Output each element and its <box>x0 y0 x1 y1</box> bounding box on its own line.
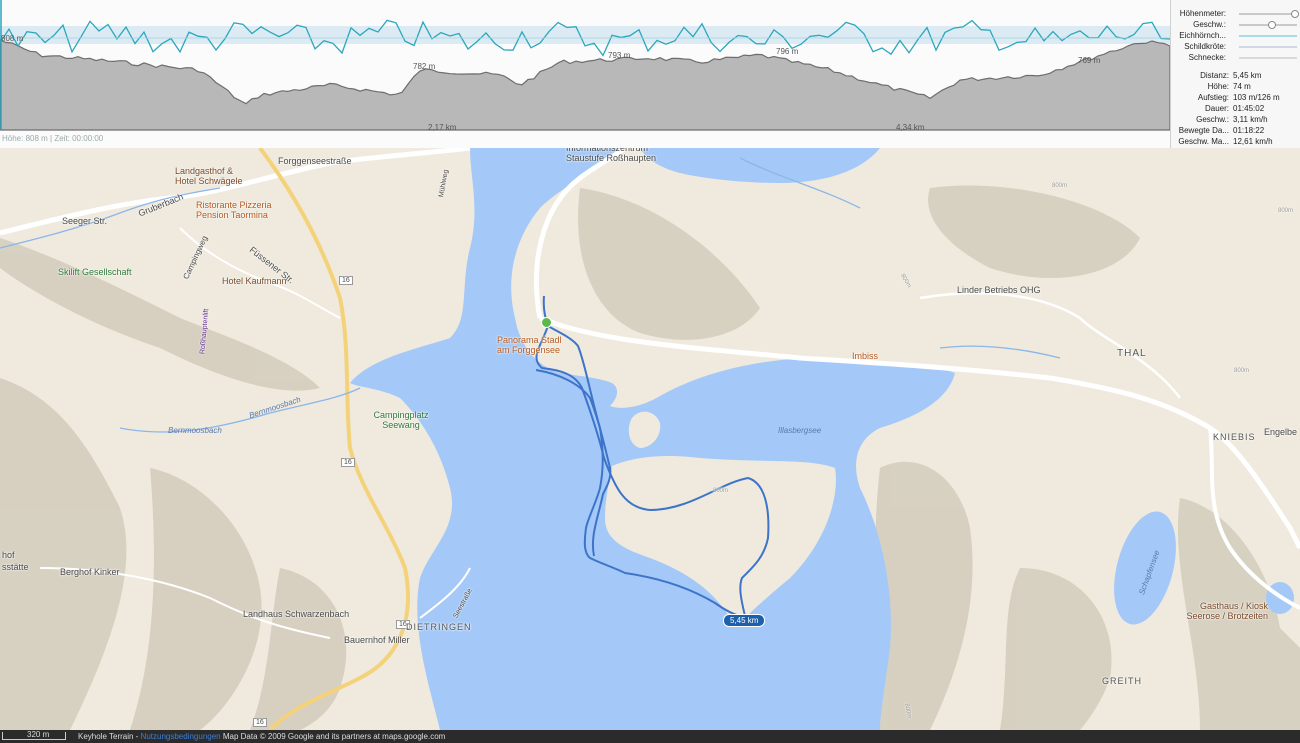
elevation-profile[interactable]: 808 m 782 m 793 m 796 m 769 m 2,17 km 4,… <box>0 0 1170 149</box>
peak-label: 769 m <box>1078 56 1101 65</box>
map-footer: 320 m Keyhole Terrain - Nutzungsbedingun… <box>0 730 1300 743</box>
peak-label: 782 m <box>413 62 436 71</box>
legend-item-eichhoernchen[interactable]: Eichhörnch... <box>1175 31 1297 41</box>
poi-pizzeria[interactable]: Ristorante Pizzeria Pension Taormina <box>196 200 286 220</box>
poi-hotel-kaufmann[interactable]: Hotel Kaufmann <box>222 276 287 286</box>
stat-value: 5,45 km <box>1233 71 1262 80</box>
peak-label: 796 m <box>776 47 799 56</box>
stat-value: 74 m <box>1233 82 1251 91</box>
contour-label: 800m <box>713 488 729 494</box>
poi-camping[interactable]: Campingplatz Seewang <box>371 410 431 430</box>
legend-swatch <box>1239 35 1297 37</box>
distance-tick: 2,17 km <box>428 123 457 132</box>
poi-imbiss[interactable]: Imbiss <box>852 351 878 361</box>
poi-kiosk[interactable]: Gasthaus / Kiosk Seerose / Brotzeiten <box>1180 601 1268 621</box>
contour-label: 800m <box>1052 183 1068 189</box>
stat-value: 01:45:02 <box>1233 104 1265 113</box>
map-canvas[interactable] <box>0 148 1300 730</box>
terrain-map[interactable]: 5,45 km Forggenseestraße Seeger Str. Gru… <box>0 148 1300 730</box>
scale-label: 320 m <box>27 730 50 739</box>
stat-distance: Distanz: 5,45 km <box>1171 71 1300 82</box>
stat-moving-duration: Bewegte Da... 01:18:22 <box>1171 126 1300 137</box>
town-label: THAL <box>1117 348 1147 359</box>
layer-name: Keyhole Terrain - <box>78 732 141 741</box>
lake-label: Illasbergsee <box>778 426 822 435</box>
attribution: Keyhole Terrain - Nutzungsbedingungen Ma… <box>78 732 445 741</box>
stat-speed: Geschw.: 3,11 km/h <box>1171 115 1300 126</box>
legend-swatch <box>1239 57 1297 59</box>
stat-value: 01:18:22 <box>1233 126 1265 135</box>
legend-slider[interactable] <box>1239 10 1299 18</box>
elevation-start-label: 808 m <box>1 34 24 43</box>
stat-height: Höhe: 74 m <box>1171 82 1300 93</box>
poi-landgasthof[interactable]: Landgasthof & Hotel Schwägele <box>175 166 255 186</box>
legend-slider[interactable] <box>1239 21 1297 29</box>
poi-info[interactable]: Informationszentrum Staustufe Roßhaupten <box>566 148 666 163</box>
poi-panorama[interactable]: Panorama Stadl am Forggensee <box>497 335 569 355</box>
road-label: Seeger Str. <box>62 216 108 226</box>
poi-partial-staette: sstätte <box>2 562 29 572</box>
poi-landhaus[interactable]: Landhaus Schwarzenbach <box>243 609 349 619</box>
cursor-status: Höhe: 808 m | Zeit: 00:00:00 <box>2 134 104 143</box>
route-shield: 16 <box>339 276 353 285</box>
poi-bauernhof[interactable]: Bauernhof Miller <box>344 635 410 645</box>
poi-engelbe[interactable]: Engelbe <box>1264 427 1297 437</box>
road-label: Forggenseestraße <box>278 156 352 166</box>
legend-label: Schildkröte: <box>1184 42 1226 51</box>
peak-label: 793 m <box>608 51 631 60</box>
stat-label: Bewegte Da... <box>1178 126 1229 135</box>
elevation-area <box>0 39 1170 131</box>
stat-label: Distanz: <box>1200 71 1229 80</box>
stat-value: 12,61 km/h <box>1233 137 1273 146</box>
town-label: GREITH <box>1102 676 1143 686</box>
stat-value: 103 m/126 m <box>1233 93 1280 102</box>
stat-value: 3,11 km/h <box>1233 115 1268 124</box>
legend-item-schildkroete[interactable]: Schildkröte: <box>1175 42 1297 52</box>
slider-thumb[interactable] <box>1267 21 1276 29</box>
legend-item-hoehenmeter[interactable]: Höhenmeter: <box>1175 9 1299 19</box>
contour-label: 800m <box>1234 368 1250 374</box>
distance-badge[interactable]: 5,45 km <box>723 614 766 627</box>
contour-label: 800m <box>1278 208 1294 214</box>
stat-ascent: Aufstieg: 103 m/126 m <box>1171 93 1300 104</box>
stat-max-speed: Geschw. Ma... 12,61 km/h <box>1171 137 1300 148</box>
legend-label: Eichhörnch... <box>1179 31 1226 40</box>
terms-link[interactable]: Nutzungsbedingungen <box>141 732 221 741</box>
track-start-marker[interactable] <box>541 317 552 328</box>
map-credit: Map Data © 2009 Google and its partners … <box>220 732 446 741</box>
elevation-chart <box>0 0 1170 131</box>
town-label: DIETRINGEN <box>406 622 472 632</box>
poi-partial-hof: hof <box>2 550 15 560</box>
legend-item-schnecke[interactable]: Schnecke: <box>1175 53 1297 63</box>
legend-swatch <box>1239 46 1297 48</box>
legend-panel: Höhenmeter: Geschw.: Eichhörnch... Schil… <box>1170 0 1300 148</box>
stat-label: Dauer: <box>1204 104 1229 113</box>
legend-label: Höhenmeter: <box>1179 9 1226 18</box>
stat-duration: Dauer: 01:45:02 <box>1171 104 1300 115</box>
route-shield: 16 <box>341 458 355 467</box>
poi-berghof[interactable]: Berghof Kinker <box>60 567 120 577</box>
route-shield: 16 <box>253 718 267 727</box>
legend-label: Schnecke: <box>1188 53 1226 62</box>
stat-label: Geschw. Ma... <box>1178 137 1229 146</box>
river-label: Bernmoosbach <box>168 426 222 435</box>
stat-label: Höhe: <box>1207 82 1229 91</box>
slider-thumb[interactable] <box>1291 10 1299 18</box>
stat-label: Aufstieg: <box>1197 93 1229 102</box>
legend-item-geschw[interactable]: Geschw.: <box>1175 20 1297 30</box>
poi-skilift[interactable]: Skilift Gesellschaft <box>58 267 132 277</box>
poi-linder[interactable]: Linder Betriebs OHG <box>957 285 1041 295</box>
legend-label: Geschw.: <box>1193 20 1226 29</box>
stat-label: Geschw.: <box>1196 115 1229 124</box>
scale-bar: 320 m <box>2 730 66 740</box>
town-label: KNIEBIS <box>1213 432 1256 442</box>
distance-tick: 4,34 km <box>896 123 925 132</box>
